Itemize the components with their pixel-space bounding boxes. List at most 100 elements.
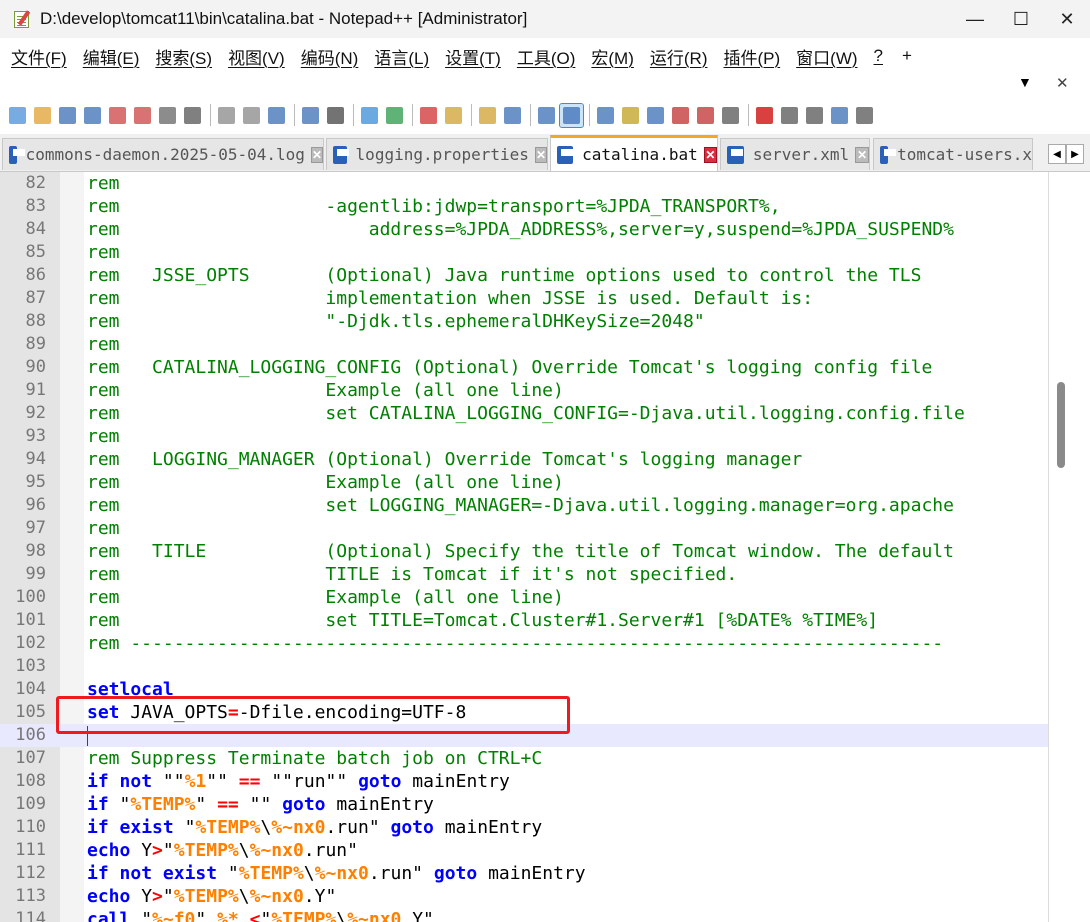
toolbar-button-icon-7[interactable] [181,104,204,127]
code-line[interactable]: 88 rem "-Djdk.tls.ephemeralDHKeySize=2048… [0,310,1048,333]
toolbar-button-icon-24[interactable] [669,104,692,127]
toolbar-button-icon-18[interactable] [501,104,524,127]
menu-item-10[interactable]: 插件(P) [718,44,791,69]
menu-item-1[interactable]: 编辑(E) [78,44,151,69]
toolbar-button-icon-4[interactable] [106,104,129,127]
code-line[interactable]: 85 rem [0,241,1048,264]
tab-4[interactable]: tomcat-users.x [873,138,1033,170]
toolbar-button-icon-16[interactable] [442,104,465,127]
close-button[interactable]: ✕ [1044,0,1090,38]
code-line[interactable]: 111 echo Y>"%TEMP%\%~nx0.run" [0,839,1048,862]
code-line[interactable]: 109 if "%TEMP%" == "" goto mainEntry [0,793,1048,816]
toolbar-button-icon-15[interactable] [417,104,440,127]
line-text: rem TITLE (Optional) Specify the title o… [87,541,954,562]
code-line[interactable]: 95 rem Example (all one line) [0,471,1048,494]
tab-label: catalina.bat [582,145,698,164]
toolbar-button-icon-17[interactable] [476,104,499,127]
code-line[interactable]: 98 rem TITLE (Optional) Specify the title… [0,540,1048,563]
toolbar-button-icon-21[interactable] [594,104,617,127]
toolbar-button-icon-12[interactable] [324,104,347,127]
code-line[interactable]: 96 rem set LOGGING_MANAGER=-Djava.util.lo… [0,494,1048,517]
line-number: 87 [25,288,46,308]
code-line[interactable]: 110 if exist "%TEMP%\%~nx0.run" goto main… [0,816,1048,839]
menu-close-doc-icon[interactable]: ✕ [1056,74,1069,92]
tab-close-icon[interactable]: ✕ [703,146,717,163]
menu-item-6[interactable]: 设置(T) [440,44,512,69]
toolbar-button-icon-2[interactable] [56,104,79,127]
code-line[interactable]: 114 call "%~f0" %* <"%TEMP%\%~nx0.Y" [0,908,1048,922]
menu-item-11[interactable]: 窗口(W) [791,44,868,69]
editor[interactable]: 82 rem 83 rem -agentlib:jdwp=transport=%JPD… [0,172,1090,922]
toolbar-button-icon-19[interactable] [535,104,558,127]
code-line[interactable]: 112 if not exist "%TEMP%\%~nx0.run" goto … [0,862,1048,885]
code-line[interactable]: 86 rem JSSE_OPTS (Optional) Java runtime … [0,264,1048,287]
maximize-button[interactable]: ☐ [998,0,1044,38]
tab-scroll-left-icon[interactable]: ◀ [1048,144,1066,164]
toolbar-button-icon-22[interactable] [619,104,642,127]
code-line[interactable]: 82 rem [0,172,1048,195]
toolbar-button-icon-31[interactable] [853,104,876,127]
toolbar-button-icon-23[interactable] [644,104,667,127]
code-line[interactable]: 101 rem set TITLE=Tomcat.Cluster#1.Server… [0,609,1048,632]
tab-close-icon[interactable]: ✕ [310,146,323,163]
menu-item-2[interactable]: 搜索(S) [150,44,223,69]
code-line[interactable]: 107 rem Suppress Terminate batch job on C… [0,747,1048,770]
menu-item-9[interactable]: 运行(R) [645,44,719,69]
toolbar-button-icon-29[interactable] [803,104,826,127]
tab-1[interactable]: logging.properties ✕ [326,138,548,170]
code-line[interactable]: 83 rem -agentlib:jdwp=transport=%JPDA_TRA… [0,195,1048,218]
menu-item-12[interactable]: ? [869,46,894,66]
toolbar-button-icon-5[interactable] [131,104,154,127]
menu-item-4[interactable]: 编码(N) [296,44,370,69]
toolbar-button-icon-9[interactable] [240,104,263,127]
toolbar-button-icon-1[interactable] [31,104,54,127]
toolbar-button-icon-26[interactable] [719,104,742,127]
menu-dropdown-icon[interactable]: ▼ [1018,74,1032,90]
scrollbar-thumb[interactable] [1057,382,1065,468]
code-lines[interactable]: 82 rem 83 rem -agentlib:jdwp=transport=%JPD… [0,172,1048,922]
code-line[interactable]: 99 rem TITLE is Tomcat if it's not specif… [0,563,1048,586]
toolbar-button-icon-20[interactable] [559,102,584,128]
toolbar-button-icon-27[interactable] [753,104,776,127]
code-line[interactable]: 91 rem Example (all one line) [0,379,1048,402]
toolbar-button-icon-28[interactable] [778,104,801,127]
code-line[interactable]: 103 [0,655,1048,678]
menu-item-3[interactable]: 视图(V) [223,44,296,69]
tab-0[interactable]: commons-daemon.2025-05-04.log ✕ [2,138,324,170]
code-line[interactable]: 90 rem CATALINA_LOGGING_CONFIG (Optional)… [0,356,1048,379]
toolbar-button-icon-30[interactable] [828,104,851,127]
toolbar-button-icon-13[interactable] [358,104,381,127]
toolbar-button-icon-10[interactable] [265,104,288,127]
code-line[interactable]: 92 rem set CATALINA_LOGGING_CONFIG=-Djava… [0,402,1048,425]
toolbar-button-icon-6[interactable] [156,104,179,127]
vertical-scrollbar[interactable] [1048,172,1090,922]
minimize-button[interactable]: — [952,0,998,38]
toolbar-button-icon-0[interactable] [6,104,29,127]
toolbar-button-icon-11[interactable] [299,104,322,127]
code-line[interactable]: 94 rem LOGGING_MANAGER (Optional) Overrid… [0,448,1048,471]
toolbar-button-icon-14[interactable] [383,104,406,127]
menu-item-7[interactable]: 工具(O) [512,44,587,69]
code-line[interactable]: 87 rem implementation when JSSE is used. … [0,287,1048,310]
toolbar-button-icon-3[interactable] [81,104,104,127]
code-line[interactable]: 97 rem [0,517,1048,540]
toolbar-button-icon-8[interactable] [215,104,238,127]
tab-scroll-right-icon[interactable]: ▶ [1066,144,1084,164]
menu-plus-button[interactable]: + [894,46,912,66]
menu-item-5[interactable]: 语言(L) [369,44,440,69]
code-line[interactable]: 93 rem [0,425,1048,448]
toolbar-button-icon-25[interactable] [694,104,717,127]
code-line[interactable]: 113 echo Y>"%TEMP%\%~nx0.Y" [0,885,1048,908]
menu-item-0[interactable]: 文件(F) [6,44,78,69]
code-line[interactable]: 89 rem [0,333,1048,356]
code-line[interactable]: 102 rem ---------------------------------… [0,632,1048,655]
code-line[interactable]: 84 rem address=%JPDA_ADDRESS%,server=y,su… [0,218,1048,241]
menu-item-8[interactable]: 宏(M) [586,44,644,69]
tab-label: server.xml [752,145,850,164]
code-line[interactable]: 108 if not ""%1"" == ""run"" goto mainEnt… [0,770,1048,793]
tab-2[interactable]: catalina.bat ✕ [550,135,718,171]
tab-close-icon[interactable]: ✕ [855,146,869,163]
tab-3[interactable]: server.xml ✕ [720,138,870,170]
tab-close-icon[interactable]: ✕ [534,146,547,163]
code-line[interactable]: 100 rem Example (all one line) [0,586,1048,609]
